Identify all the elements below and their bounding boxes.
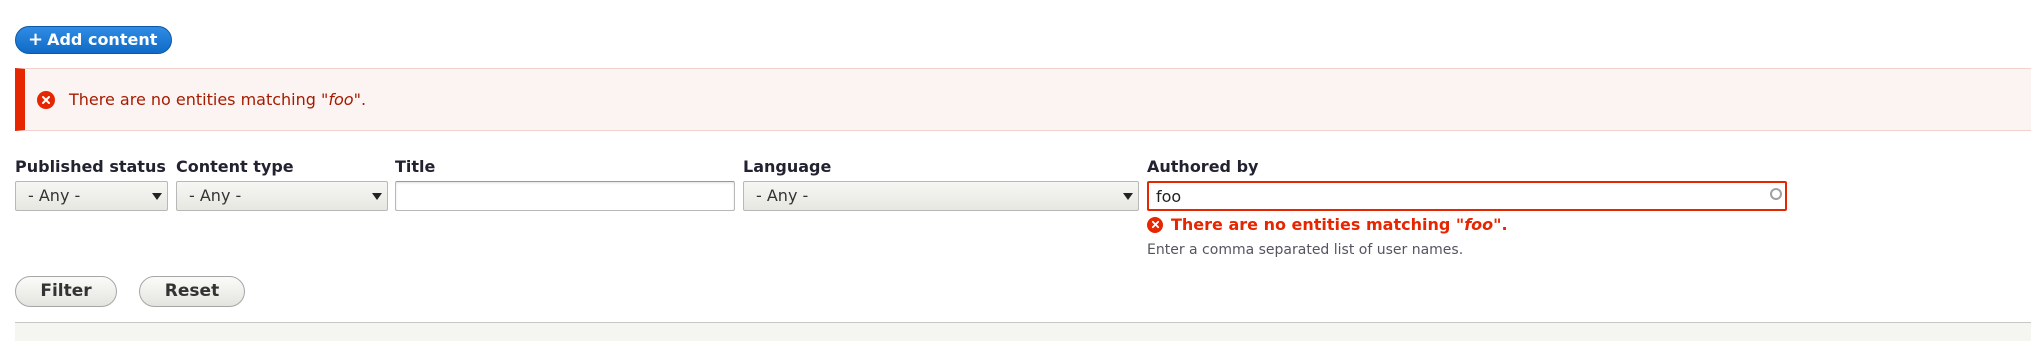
content-table-header	[15, 322, 2031, 341]
authored-by-error-text: There are no entities matching "foo".	[1171, 215, 1508, 234]
content-admin-page: + Add content There are no entities matc…	[0, 0, 2031, 341]
published-status-value: - Any -	[28, 186, 81, 205]
authored-by-input[interactable]	[1147, 181, 1787, 211]
chevron-down-icon	[372, 193, 382, 200]
published-status-label: Published status	[15, 157, 166, 176]
add-content-label: Add content	[47, 30, 158, 49]
reset-button[interactable]: Reset	[139, 276, 245, 307]
language-label: Language	[743, 157, 832, 176]
filter-button[interactable]: Filter	[15, 276, 117, 307]
title-input[interactable]	[395, 181, 735, 211]
title-label: Title	[395, 157, 436, 176]
authored-by-label: Authored by	[1147, 157, 1259, 176]
content-type-label: Content type	[176, 157, 294, 176]
autocomplete-throbber-icon	[1770, 188, 1782, 200]
authored-by-description: Enter a comma separated list of user nam…	[1147, 242, 1464, 258]
add-content-button[interactable]: + Add content	[15, 26, 173, 54]
content-type-value: - Any -	[189, 186, 242, 205]
error-message-text: There are no entities matching "foo".	[69, 90, 367, 109]
authored-by-error: There are no entities matching "foo".	[1147, 215, 1508, 234]
error-icon	[1147, 216, 1163, 233]
error-message-banner: There are no entities matching "foo".	[15, 68, 2031, 131]
published-status-select[interactable]: - Any -	[15, 181, 168, 211]
chevron-down-icon	[1123, 193, 1133, 200]
error-icon	[37, 90, 55, 109]
chevron-down-icon	[152, 193, 162, 200]
plus-icon: +	[28, 29, 44, 50]
language-select[interactable]: - Any -	[743, 181, 1139, 211]
content-type-select[interactable]: - Any -	[176, 181, 388, 211]
language-value: - Any -	[756, 186, 809, 205]
